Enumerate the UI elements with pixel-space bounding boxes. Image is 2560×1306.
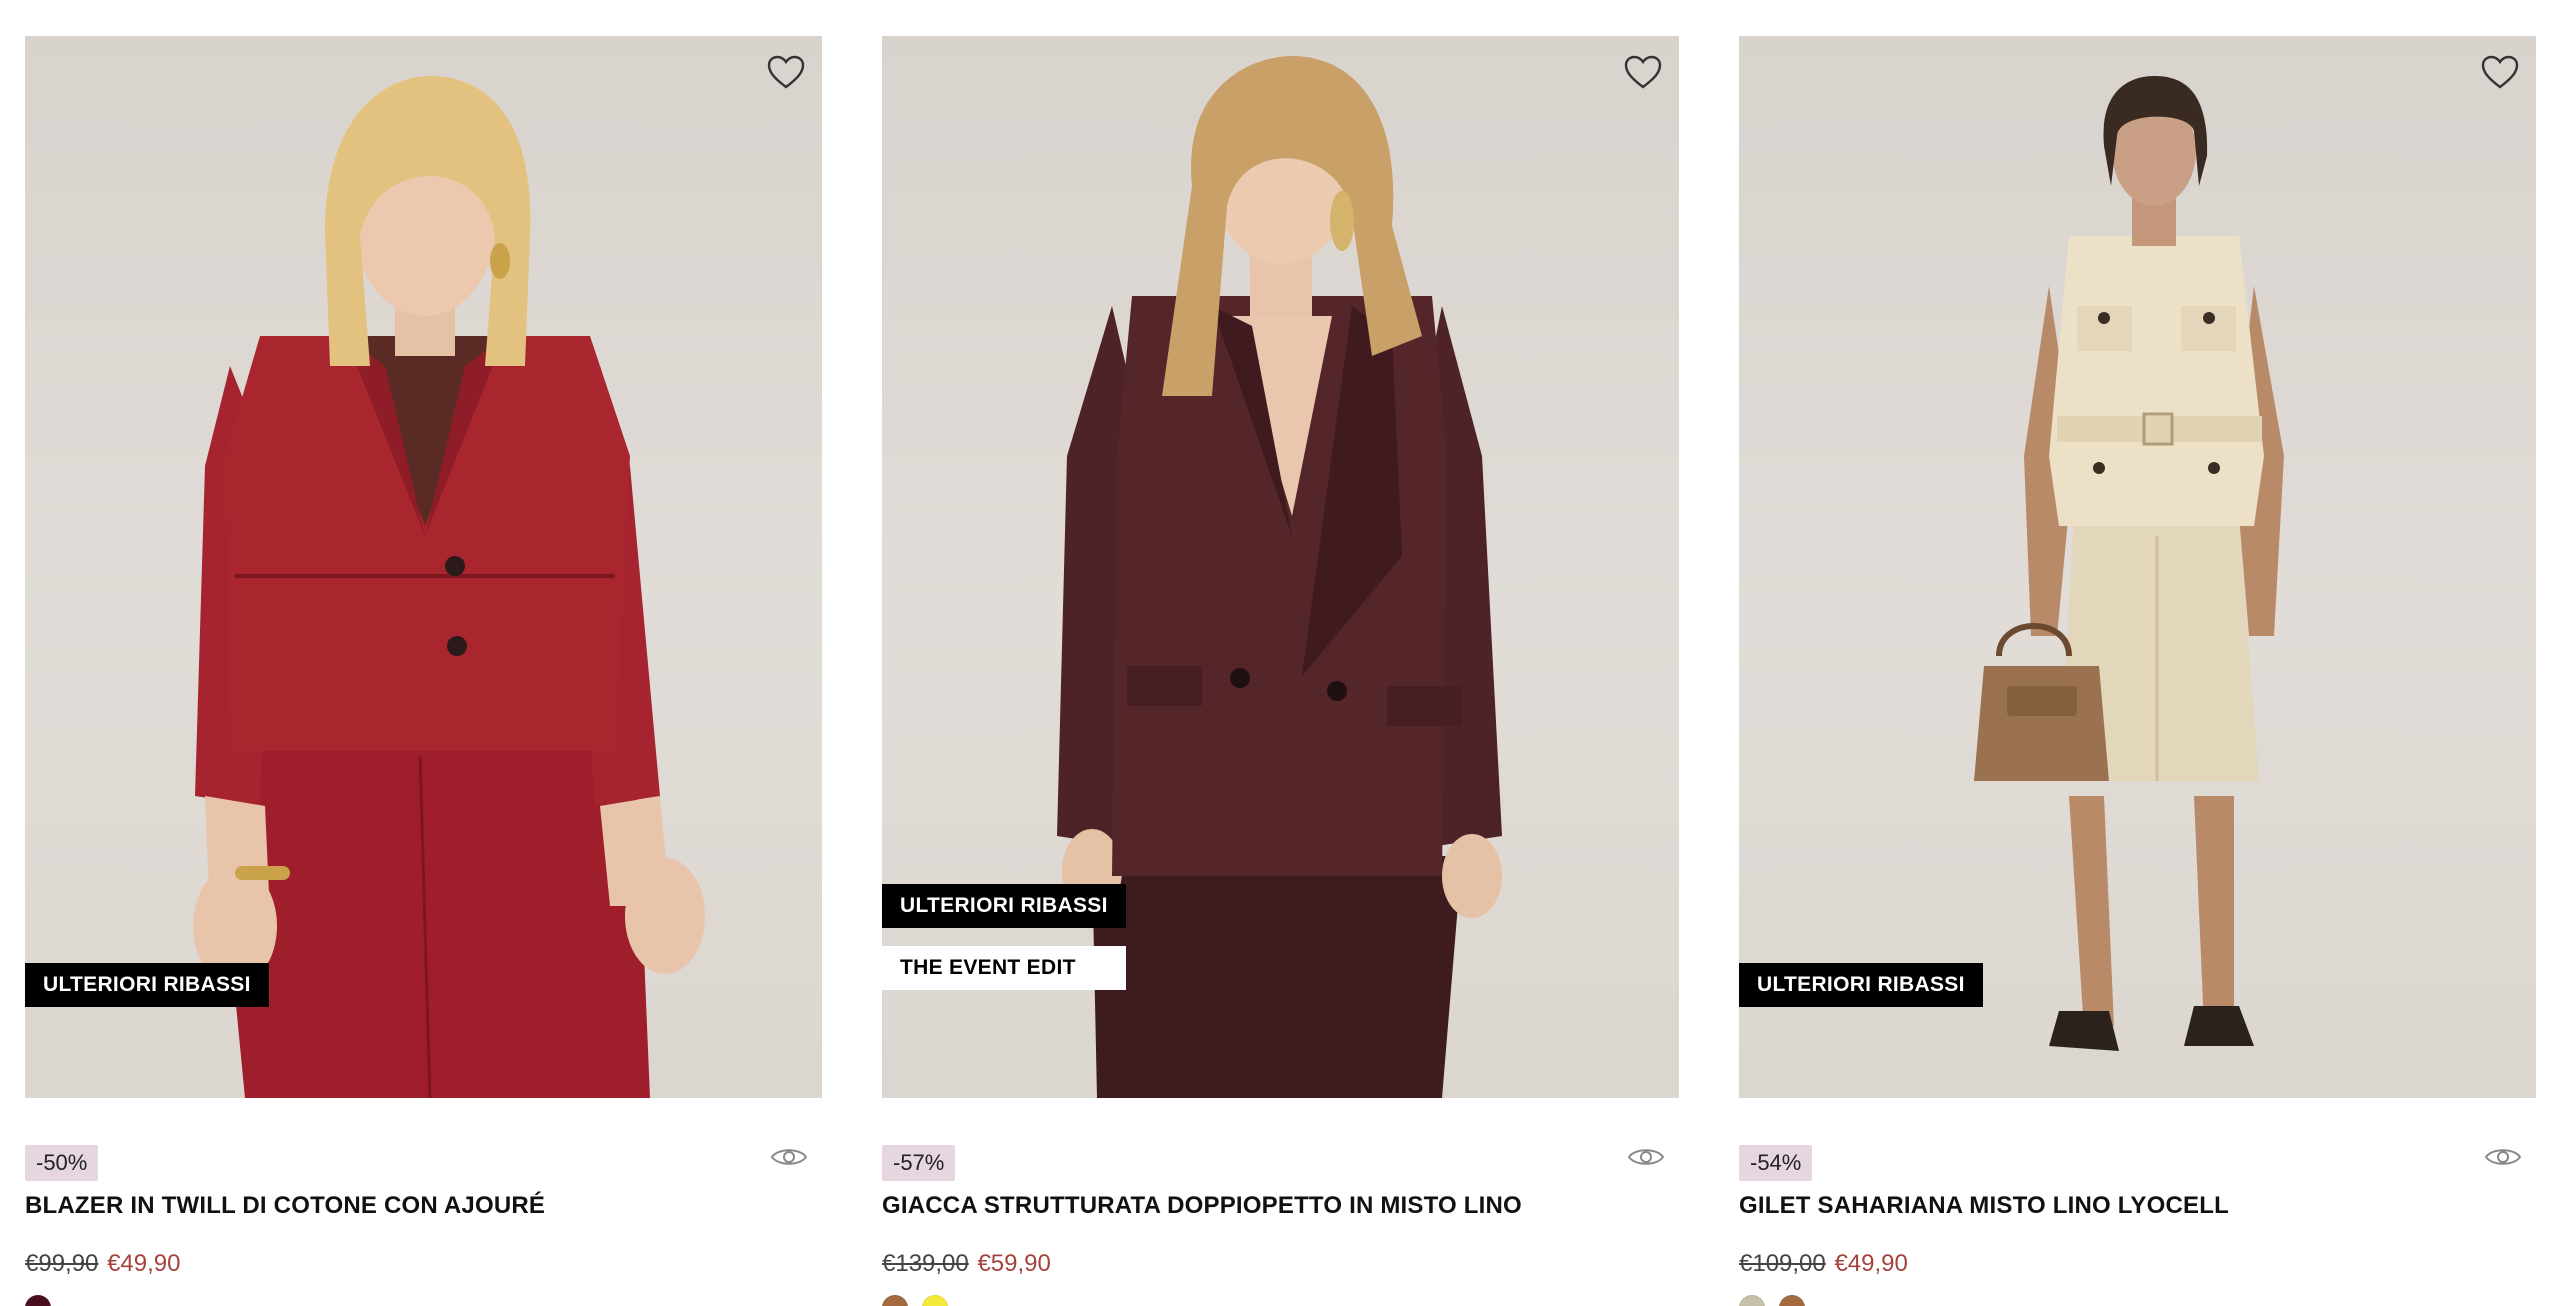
product-grid: ULTERIORI RIBASSI -50% BLAZER IN TWILL D… <box>0 0 2560 1306</box>
product-title[interactable]: BLAZER IN TWILL DI COTONE CON AJOURÉ <box>25 1192 545 1220</box>
promo-badge: ULTERIORI RIBASSI <box>25 963 269 1007</box>
original-price: €139,00 <box>882 1250 969 1277</box>
sale-price: €49,90 <box>1834 1250 1908 1277</box>
color-swatch[interactable] <box>1739 1295 1765 1306</box>
wishlist-button[interactable] <box>1621 50 1665 94</box>
color-swatch[interactable] <box>1779 1295 1805 1306</box>
original-price: €99,90 <box>25 1250 99 1277</box>
wishlist-button[interactable] <box>2478 50 2522 94</box>
color-swatches <box>882 1295 948 1306</box>
product-title[interactable]: GILET SAHARIANA MISTO LINO LYOCELL <box>1739 1192 2229 1220</box>
badge-group: ULTERIORI RIBASSI <box>1739 963 1983 1007</box>
eye-icon[interactable] <box>770 1144 808 1170</box>
heart-icon <box>2481 55 2519 89</box>
promo-badge: ULTERIORI RIBASSI <box>1739 963 1983 1007</box>
model-photo <box>1974 76 2284 1051</box>
discount-badge: -57% <box>882 1145 956 1181</box>
original-price: €109,00 <box>1739 1250 1826 1277</box>
product-card[interactable]: ULTERIORI RIBASSI -54% GILET SAHARIANA M… <box>1739 36 2536 1306</box>
wishlist-button[interactable] <box>764 50 808 94</box>
product-image[interactable]: ULTERIORI RIBASSI <box>1739 36 2536 1098</box>
badge-group: ULTERIORI RIBASSI THE EVENT EDIT <box>882 884 1126 990</box>
product-card[interactable]: ULTERIORI RIBASSI -50% BLAZER IN TWILL D… <box>25 36 822 1306</box>
badge-group: ULTERIORI RIBASSI <box>25 963 269 1007</box>
product-image[interactable]: ULTERIORI RIBASSI <box>25 36 822 1098</box>
promo-badge: ULTERIORI RIBASSI <box>882 884 1126 928</box>
price-row: €109,00 €49,90 <box>1739 1250 1908 1278</box>
color-swatches <box>25 1295 51 1306</box>
product-image[interactable]: ULTERIORI RIBASSI THE EVENT EDIT <box>882 36 1679 1098</box>
price-row: €99,90 €49,90 <box>25 1250 180 1278</box>
color-swatches <box>1739 1295 1805 1306</box>
collection-badge: THE EVENT EDIT <box>882 946 1126 990</box>
product-card[interactable]: ULTERIORI RIBASSI THE EVENT EDIT -57% GI… <box>882 36 1679 1306</box>
discount-badge: -54% <box>1739 1145 1813 1181</box>
color-swatch[interactable] <box>25 1295 51 1306</box>
eye-icon[interactable] <box>1627 1144 1665 1170</box>
color-swatch[interactable] <box>922 1295 948 1306</box>
price-row: €139,00 €59,90 <box>882 1250 1051 1278</box>
model-photo <box>193 76 705 1098</box>
sale-price: €49,90 <box>107 1250 181 1277</box>
product-title[interactable]: GIACCA STRUTTURATA DOPPIOPETTO IN MISTO … <box>882 1192 1522 1220</box>
sale-price: €59,90 <box>977 1250 1051 1277</box>
color-swatch[interactable] <box>882 1295 908 1306</box>
heart-icon <box>767 55 805 89</box>
discount-badge: -50% <box>25 1145 99 1181</box>
heart-icon <box>1624 55 1662 89</box>
eye-icon[interactable] <box>2484 1144 2522 1170</box>
